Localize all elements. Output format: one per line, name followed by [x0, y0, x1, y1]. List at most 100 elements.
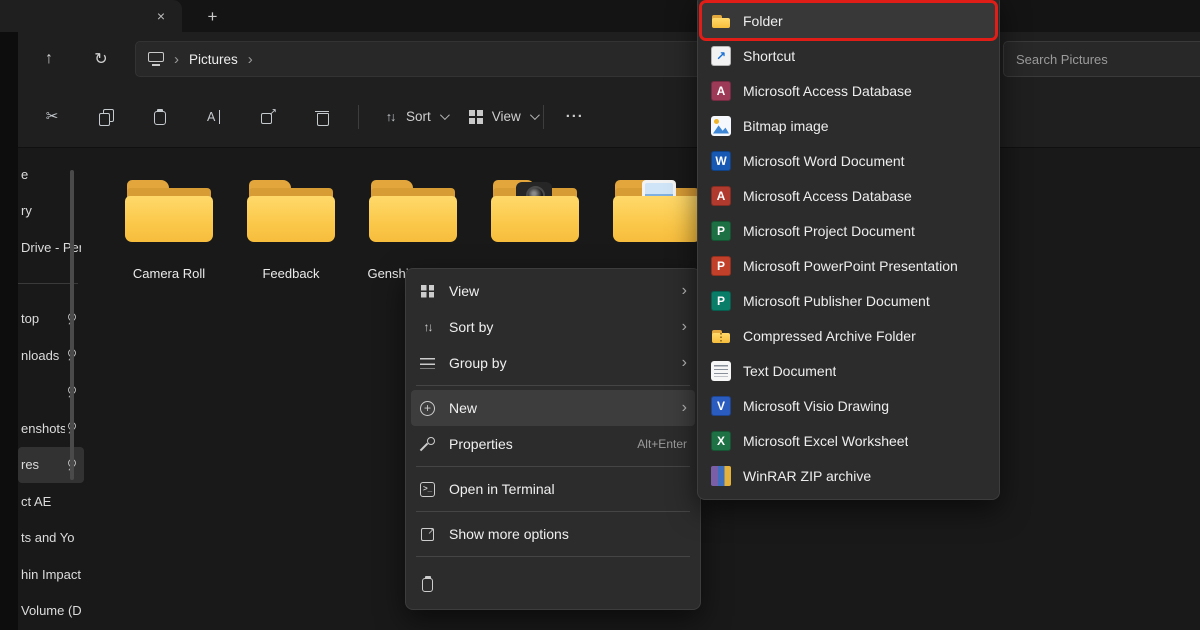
submenu-chevron-icon: ›	[682, 318, 687, 336]
folder-tile[interactable]: Genshin Impact	[352, 172, 474, 281]
submenu-item[interactable]: P Microsoft Project Document	[702, 213, 995, 248]
paste-icon[interactable]	[419, 575, 436, 592]
copy-button[interactable]	[92, 103, 120, 131]
folder-icon	[366, 178, 460, 244]
sidebar-item-label: ts and Yo	[21, 530, 75, 545]
up-button[interactable]: ↑	[34, 44, 64, 74]
paste-icon	[151, 108, 169, 126]
context-menu-item[interactable]: Sort by ›	[411, 309, 695, 345]
context-menu-item[interactable]: Show more options ›	[411, 516, 695, 552]
submenu-item[interactable]: ↗ Shortcut	[702, 38, 995, 73]
sidebar-item[interactable]: Drive - Perso	[18, 229, 84, 266]
sidebar-scrollbar[interactable]	[70, 170, 74, 480]
submenu-item[interactable]: V Microsoft Visio Drawing	[702, 388, 995, 423]
sidebar-item-label: top	[21, 311, 39, 326]
sidebar-item[interactable]: ts and Yo	[18, 520, 84, 557]
sidebar-item[interactable]: top	[18, 301, 84, 338]
folder-icon	[122, 178, 216, 244]
submenu-item[interactable]: WinRAR ZIP archive	[702, 458, 995, 493]
new-tab-button[interactable]: +	[199, 4, 226, 29]
submenu-item-label: Microsoft Access Database	[743, 83, 912, 99]
file-explorer-window: × + ↑ ↻ › Pictures › Sort View	[0, 0, 1200, 630]
folder-grid: Camera Roll Feedback	[86, 148, 1200, 281]
folder-label: Camera Roll	[133, 266, 205, 281]
submenu-chevron-icon: ›	[682, 399, 687, 417]
submenu-item[interactable]: Bitmap image	[702, 108, 995, 143]
submenu-item-label: Microsoft Visio Drawing	[743, 398, 889, 414]
menu-item-label: Open in Terminal	[449, 481, 687, 497]
context-menu-item[interactable]: New ›	[411, 390, 695, 426]
rename-icon	[205, 108, 223, 126]
rename-button[interactable]	[200, 103, 228, 131]
sidebar-item[interactable]	[18, 374, 84, 411]
sidebar-item-label: nloads	[21, 348, 59, 363]
this-pc-icon	[148, 52, 164, 66]
chevron-down-icon	[440, 110, 450, 120]
folder-tile[interactable]: Camera Roll	[108, 172, 230, 281]
sidebar-item[interactable]: nloads	[18, 337, 84, 374]
explorer-tab[interactable]: ×	[0, 0, 182, 32]
sidebar-item[interactable]: Volume (D:	[18, 593, 84, 630]
context-menu-item[interactable]: View ›	[411, 273, 695, 309]
context-menu-item[interactable]: Open in Terminal ›	[411, 471, 695, 507]
submenu-item[interactable]: P Microsoft Publisher Document	[702, 283, 995, 318]
breadcrumb-location[interactable]: Pictures	[189, 52, 238, 67]
submenu-item[interactable]: A Microsoft Access Database	[702, 73, 995, 108]
refresh-button[interactable]: ↻	[86, 44, 116, 74]
new-submenu: Folder ↗ Shortcut A Microsoft Access Dat…	[697, 0, 1000, 500]
submenu-item-label: Folder	[743, 13, 783, 29]
delete-button[interactable]	[308, 103, 336, 131]
submenu-item[interactable]: Compressed Archive Folder	[702, 318, 995, 353]
submenu-item[interactable]: Text Document	[702, 353, 995, 388]
separator	[416, 511, 690, 512]
menu-item-label: Show more options	[449, 526, 687, 542]
share-icon	[259, 108, 277, 126]
submenu-item-icon	[711, 466, 731, 486]
sidebar-item-label: enshots	[21, 421, 65, 436]
submenu-item-icon: V	[711, 396, 731, 416]
menu-item-label: View	[449, 283, 674, 299]
sidebar-item-label: ry	[21, 203, 32, 218]
submenu-item-label: Shortcut	[743, 48, 795, 64]
sidebar-item[interactable]: hin Impact	[18, 556, 84, 593]
sidebar-item[interactable]: ry	[18, 193, 84, 230]
paste-button[interactable]	[146, 103, 174, 131]
submenu-item[interactable]: X Microsoft Excel Worksheet	[702, 423, 995, 458]
separator	[18, 283, 78, 284]
breadcrumb-chevron-icon: ›	[248, 51, 253, 68]
submenu-item-icon: W	[711, 151, 731, 171]
trash-icon	[313, 108, 331, 126]
sidebar-item[interactable]: e	[18, 156, 84, 193]
sidebar-item[interactable]: enshots	[18, 410, 84, 447]
submenu-item[interactable]: Folder	[702, 3, 995, 38]
chevron-down-icon	[530, 110, 540, 120]
submenu-item[interactable]: A Microsoft Access Database	[702, 178, 995, 213]
sort-button[interactable]: Sort	[371, 102, 457, 132]
submenu-item-icon	[711, 116, 731, 136]
context-menu-item[interactable]: Properties Alt+Enter ›	[411, 426, 695, 462]
cut-button[interactable]	[38, 103, 66, 131]
submenu-item-label: Microsoft Word Document	[743, 153, 905, 169]
tab-close-icon[interactable]: ×	[152, 7, 170, 25]
sidebar-item[interactable]: ct AE	[18, 483, 84, 520]
sidebar-item[interactable]: res	[18, 447, 84, 484]
context-menu-item[interactable]: Group by ›	[411, 345, 695, 381]
folder-front	[247, 196, 335, 242]
see-more-button[interactable]: ···	[556, 104, 594, 129]
submenu-item-label: Compressed Archive Folder	[743, 328, 916, 344]
search-input[interactable]	[1003, 41, 1200, 77]
view-button[interactable]: View	[457, 102, 547, 132]
submenu-item[interactable]: W Microsoft Word Document	[702, 143, 995, 178]
menu-item-shortcut: Alt+Enter	[637, 437, 687, 451]
share-button[interactable]	[254, 103, 282, 131]
submenu-item-icon	[711, 361, 731, 381]
folder-tile[interactable]: Feedback	[230, 172, 352, 281]
folder-tile[interactable]	[474, 172, 596, 281]
folder-front	[491, 196, 579, 242]
cut-icon	[43, 108, 61, 126]
menu-item-icon	[419, 481, 436, 498]
submenu-item[interactable]: P Microsoft PowerPoint Presentation	[702, 248, 995, 283]
menu-item-label: Properties	[449, 436, 637, 452]
submenu-item-icon: ↗	[711, 46, 731, 66]
folder-front	[369, 196, 457, 242]
